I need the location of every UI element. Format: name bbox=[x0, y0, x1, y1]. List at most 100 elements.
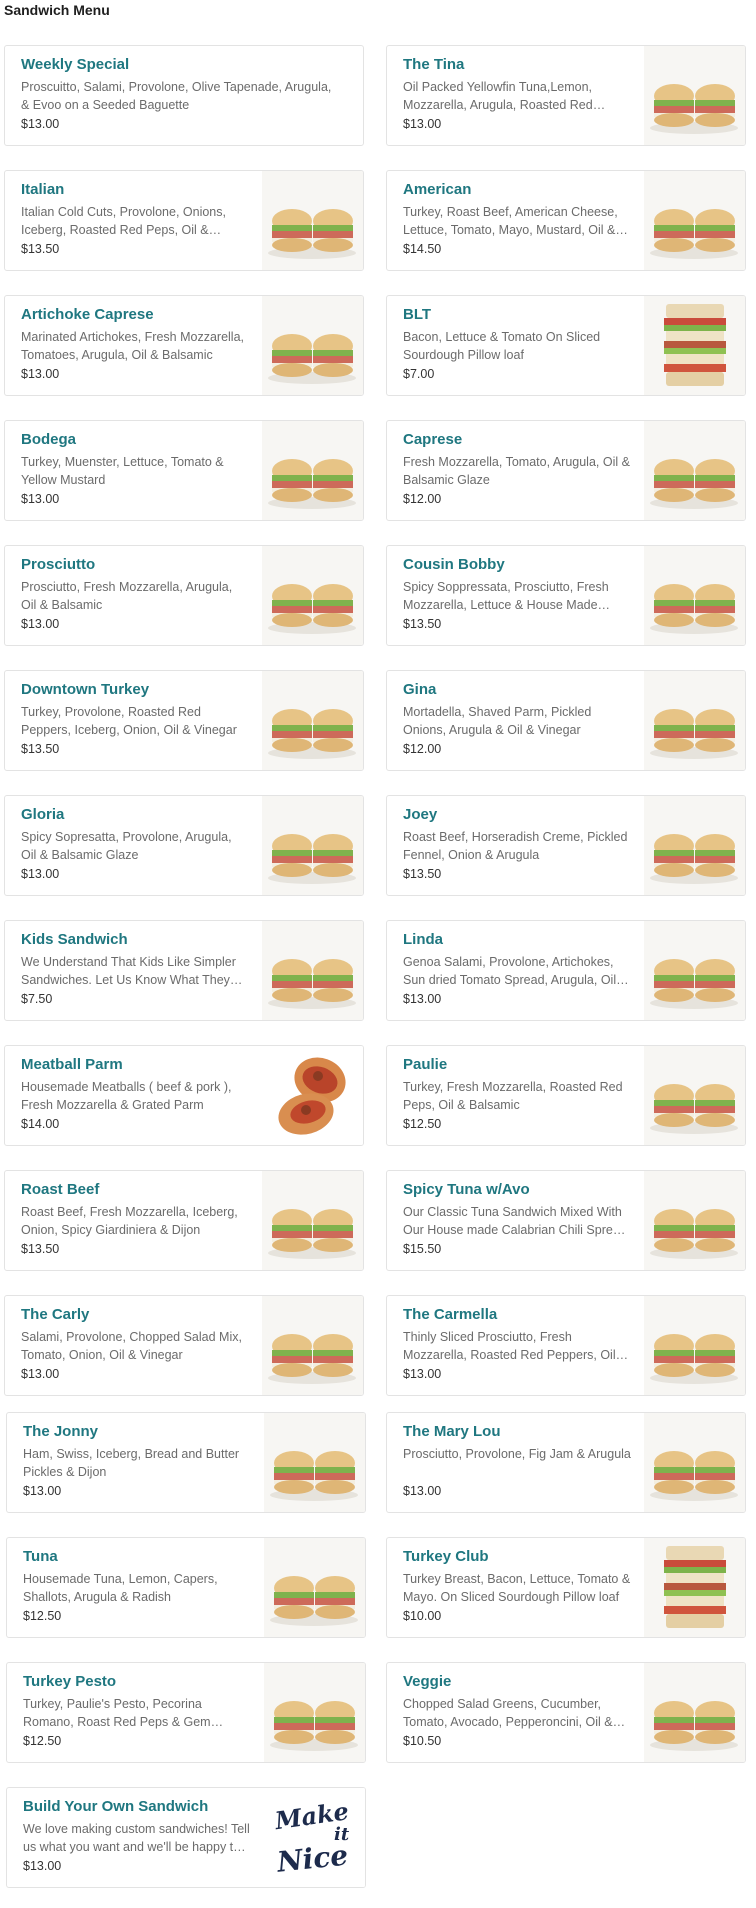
item-price: $13.00 bbox=[23, 1484, 61, 1498]
item-description: Turkey, Paulie's Pesto, Pecorina Romano,… bbox=[23, 1695, 251, 1731]
menu-item-prosciutto[interactable]: Prosciutto Prosciutto, Fresh Mozzarella,… bbox=[4, 545, 364, 646]
item-price: $13.50 bbox=[403, 617, 441, 631]
item-price: $10.50 bbox=[403, 1734, 441, 1748]
item-description: Ham, Swiss, Iceberg, Bread and Butter Pi… bbox=[23, 1445, 251, 1481]
sandwich-photo bbox=[262, 1171, 363, 1270]
menu-item-the-tina[interactable]: The Tina Oil Packed Yellowfin Tuna,Lemon… bbox=[386, 45, 746, 146]
item-price: $13.00 bbox=[403, 1484, 441, 1498]
item-name: The Mary Lou bbox=[403, 1423, 501, 1440]
menu-item-turkey-club[interactable]: Turkey Club Turkey Breast, Bacon, Lettuc… bbox=[386, 1537, 746, 1638]
menu-item-paulie[interactable]: Paulie Turkey, Fresh Mozzarella, Roasted… bbox=[386, 1045, 746, 1146]
menu-item-turkey-pesto[interactable]: Turkey Pesto Turkey, Paulie's Pesto, Pec… bbox=[6, 1662, 366, 1763]
menu-item-build-your-own-sandwich[interactable]: Build Your Own Sandwich We love making c… bbox=[6, 1787, 366, 1888]
item-price: $12.50 bbox=[23, 1609, 61, 1623]
sandwich-photo bbox=[262, 1296, 363, 1395]
item-name: Prosciutto bbox=[21, 556, 95, 573]
item-name: Meatball Parm bbox=[21, 1056, 123, 1073]
item-price: $14.00 bbox=[21, 1117, 59, 1131]
menu-item-spicy-tuna-w-avo[interactable]: Spicy Tuna w/Avo Our Classic Tuna Sandwi… bbox=[386, 1170, 746, 1271]
item-price: $15.50 bbox=[403, 1242, 441, 1256]
item-description: Marinated Artichokes, Fresh Mozzarella, … bbox=[21, 328, 249, 364]
item-description: Fresh Mozzarella, Tomato, Arugula, Oil &… bbox=[403, 453, 631, 489]
item-name: Build Your Own Sandwich bbox=[23, 1798, 208, 1815]
item-name: Cousin Bobby bbox=[403, 556, 505, 573]
item-name: Downtown Turkey bbox=[21, 681, 149, 698]
menu-item-joey[interactable]: Joey Roast Beef, Horseradish Creme, Pick… bbox=[386, 795, 746, 896]
menu-item-the-mary-lou[interactable]: The Mary Lou Prosciutto, Provolone, Fig … bbox=[386, 1412, 746, 1513]
menu-item-american[interactable]: American Turkey, Roast Beef, American Ch… bbox=[386, 170, 746, 271]
menu-item-the-jonny[interactable]: The Jonny Ham, Swiss, Iceberg, Bread and… bbox=[6, 1412, 366, 1513]
sandwich-photo bbox=[644, 546, 745, 645]
sandwich-photo bbox=[644, 1046, 745, 1145]
menu-item-blt[interactable]: BLT Bacon, Lettuce & Tomato On Sliced So… bbox=[386, 295, 746, 396]
menu-item-bodega[interactable]: Bodega Turkey, Muenster, Lettuce, Tomato… bbox=[4, 420, 364, 521]
item-description: Mortadella, Shaved Parm, Pickled Onions,… bbox=[403, 703, 631, 739]
item-price: $12.50 bbox=[403, 1117, 441, 1131]
item-name: Gloria bbox=[21, 806, 64, 823]
sandwich-photo bbox=[644, 421, 745, 520]
item-name: Roast Beef bbox=[21, 1181, 99, 1198]
menu-item-roast-beef[interactable]: Roast Beef Roast Beef, Fresh Mozzarella,… bbox=[4, 1170, 364, 1271]
sandwich-photo bbox=[262, 421, 363, 520]
item-name: The Tina bbox=[403, 56, 464, 73]
item-name: The Carmella bbox=[403, 1306, 497, 1323]
item-name: Caprese bbox=[403, 431, 462, 448]
sandwich-photo bbox=[262, 546, 363, 645]
item-description: Spicy Soppressata, Prosciutto, Fresh Moz… bbox=[403, 578, 631, 614]
menu-item-italian[interactable]: Italian Italian Cold Cuts, Provolone, On… bbox=[4, 170, 364, 271]
sandwich-photo bbox=[644, 171, 745, 270]
item-description: Housemade Tuna, Lemon, Capers, Shallots,… bbox=[23, 1570, 251, 1606]
item-description: Housemade Meatballs ( beef & pork ), Fre… bbox=[21, 1078, 249, 1114]
menu-item-weekly-special[interactable]: Weekly Special Proscuitto, Salami, Provo… bbox=[4, 45, 364, 146]
item-name: Turkey Pesto bbox=[23, 1673, 116, 1690]
item-description: Spicy Sopresatta, Provolone, Arugula, Oi… bbox=[21, 828, 249, 864]
meatball-photo bbox=[262, 1046, 363, 1145]
sandwich-photo bbox=[644, 921, 745, 1020]
menu-item-linda[interactable]: Linda Genoa Salami, Provolone, Artichoke… bbox=[386, 920, 746, 1021]
sandwich-photo bbox=[644, 1296, 745, 1395]
sandwich-photo bbox=[262, 796, 363, 895]
menu-item-kids-sandwich[interactable]: Kids Sandwich We Understand That Kids Li… bbox=[4, 920, 364, 1021]
item-price: $13.00 bbox=[403, 117, 441, 131]
item-description: Turkey, Roast Beef, American Cheese, Let… bbox=[403, 203, 631, 239]
menu-item-tuna[interactable]: Tuna Housemade Tuna, Lemon, Capers, Shal… bbox=[6, 1537, 366, 1638]
item-price: $13.00 bbox=[403, 1367, 441, 1381]
item-name: American bbox=[403, 181, 471, 198]
menu-item-downtown-turkey[interactable]: Downtown Turkey Turkey, Provolone, Roast… bbox=[4, 670, 364, 771]
menu-item-gloria[interactable]: Gloria Spicy Sopresatta, Provolone, Arug… bbox=[4, 795, 364, 896]
item-price: $12.00 bbox=[403, 742, 441, 756]
sandwich-photo bbox=[262, 171, 363, 270]
item-price: $14.50 bbox=[403, 242, 441, 256]
menu-item-meatball-parm[interactable]: Meatball Parm Housemade Meatballs ( beef… bbox=[4, 1045, 364, 1146]
menu-item-gina[interactable]: Gina Mortadella, Shaved Parm, Pickled On… bbox=[386, 670, 746, 771]
menu-item-the-carly[interactable]: The Carly Salami, Provolone, Chopped Sal… bbox=[4, 1295, 364, 1396]
item-price: $13.50 bbox=[21, 742, 59, 756]
item-description: We love making custom sandwiches! Tell u… bbox=[23, 1820, 251, 1856]
sandwich-photo bbox=[262, 921, 363, 1020]
sandwich-photo bbox=[262, 671, 363, 770]
item-name: Bodega bbox=[21, 431, 76, 448]
item-price: $13.00 bbox=[21, 867, 59, 881]
item-description: Our Classic Tuna Sandwich Mixed With Our… bbox=[403, 1203, 631, 1239]
sandwich-photo bbox=[264, 1413, 365, 1512]
make-it-nice-logo: Make it Nice bbox=[264, 1788, 365, 1887]
item-price: $13.00 bbox=[21, 1367, 59, 1381]
menu-item-caprese[interactable]: Caprese Fresh Mozzarella, Tomato, Arugul… bbox=[386, 420, 746, 521]
item-price: $13.50 bbox=[21, 242, 59, 256]
item-price: $13.00 bbox=[23, 1859, 61, 1873]
item-name: The Carly bbox=[21, 1306, 89, 1323]
item-name: Spicy Tuna w/Avo bbox=[403, 1181, 530, 1198]
item-name: The Jonny bbox=[23, 1423, 98, 1440]
menu-item-artichoke-caprese[interactable]: Artichoke Caprese Marinated Artichokes, … bbox=[4, 295, 364, 396]
sandwich-photo bbox=[644, 671, 745, 770]
sandwich-photo bbox=[644, 796, 745, 895]
menu-item-the-carmella[interactable]: The Carmella Thinly Sliced Prosciutto, F… bbox=[386, 1295, 746, 1396]
item-description: Proscuitto, Salami, Provolone, Olive Tap… bbox=[21, 78, 341, 114]
item-name: Italian bbox=[21, 181, 64, 198]
item-name: Kids Sandwich bbox=[21, 931, 128, 948]
menu-item-cousin-bobby[interactable]: Cousin Bobby Spicy Soppressata, Prosciut… bbox=[386, 545, 746, 646]
menu-item-veggie[interactable]: Veggie Chopped Salad Greens, Cucumber, T… bbox=[386, 1662, 746, 1763]
item-price: $13.00 bbox=[21, 492, 59, 506]
item-name: Joey bbox=[403, 806, 437, 823]
item-price: $12.50 bbox=[23, 1734, 61, 1748]
